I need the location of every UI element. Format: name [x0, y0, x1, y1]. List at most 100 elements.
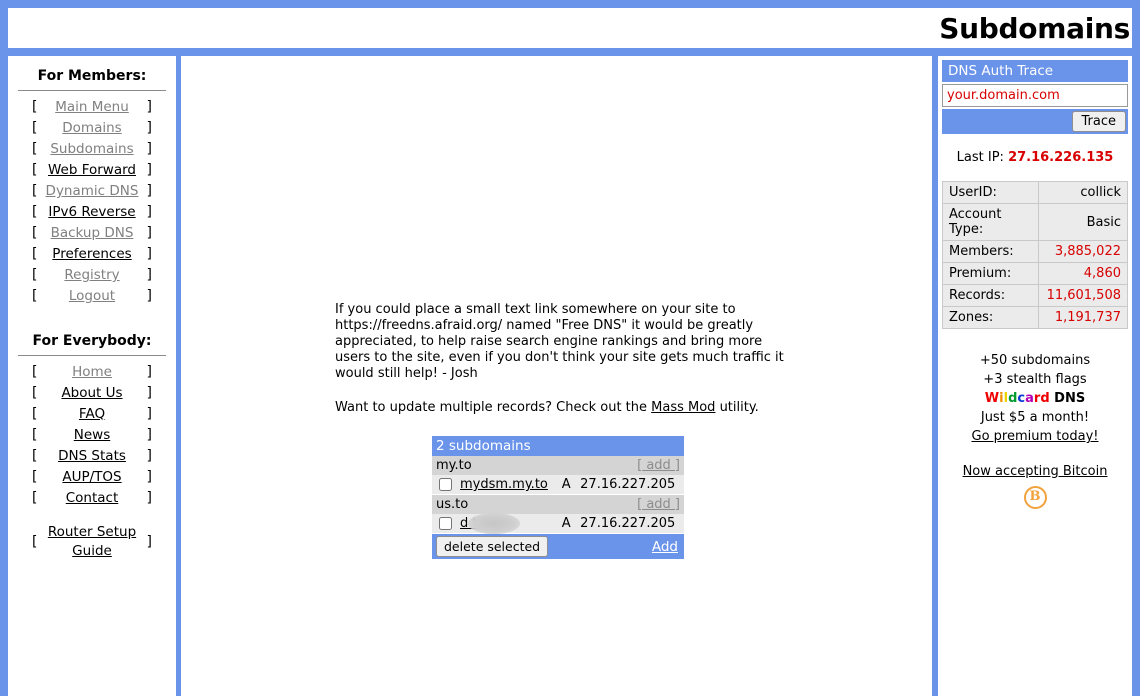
stat-row: Records: 11,601,508: [941, 284, 1128, 307]
menu-link-label[interactable]: Dynamic DNS: [37, 181, 146, 202]
stat-value: 1,191,737: [1038, 306, 1128, 329]
bracket-close: ]: [146, 99, 152, 115]
sidebar-item-router-setup-guide[interactable]: [Router Setup Guide]: [14, 523, 170, 561]
trace-domain-input[interactable]: [942, 84, 1128, 107]
members-heading: For Members:: [37, 68, 147, 84]
record-name-link[interactable]: mydsm.my.to: [460, 477, 548, 492]
stat-value: 4,860: [1038, 262, 1128, 285]
right-sidebar: DNS Auth Trace Trace Last IP: 27.16.226.…: [938, 56, 1132, 696]
menu-link-label[interactable]: DNS Stats: [37, 446, 146, 467]
bracket-close: ]: [146, 183, 152, 199]
sidebar-item-about-us[interactable]: [About Us]: [14, 383, 170, 404]
menu-link-label[interactable]: News: [37, 425, 146, 446]
sidebar-item-faq[interactable]: [FAQ]: [14, 404, 170, 425]
menu-link-label[interactable]: About Us: [37, 383, 146, 404]
stat-value: Basic: [1038, 203, 1128, 241]
wildcard-letter: c: [1017, 391, 1026, 406]
record-type: A: [556, 475, 577, 495]
menu-link-label[interactable]: FAQ: [37, 404, 146, 425]
account-stats-table: UserID: collick Account Type: Basic Members:…: [941, 181, 1128, 329]
accepting-bitcoin-link[interactable]: Now accepting Bitcoin: [963, 464, 1108, 479]
sidebar-item-aup-tos[interactable]: [AUP/TOS]: [14, 467, 170, 488]
sidebar-item-preferences[interactable]: [Preferences]: [14, 244, 170, 265]
add-subdomain-cell[interactable]: [ add ]: [556, 494, 684, 514]
bitcoin-icon: B: [1023, 486, 1047, 509]
stat-label: Members:: [941, 240, 1040, 263]
trace-button[interactable]: Trace: [1071, 111, 1126, 132]
menu-link-label[interactable]: Router Setup Guide: [37, 523, 146, 561]
footer-controls: delete selected Add: [436, 536, 680, 557]
menu-link-label[interactable]: Logout: [37, 286, 146, 307]
bracket-close: ]: [146, 406, 152, 422]
add-subdomain-cell[interactable]: [ add ]: [556, 456, 684, 475]
menu-link-label[interactable]: Subdomains: [37, 139, 146, 160]
sidebar-item-logout[interactable]: [Logout]: [14, 286, 170, 307]
sidebar-item-backup-dns[interactable]: [Backup DNS]: [14, 223, 170, 244]
go-premium-link[interactable]: Go premium today!: [972, 429, 1099, 444]
sidebar-item-domains[interactable]: [Domains]: [14, 118, 170, 139]
stat-label: Records:: [941, 284, 1040, 307]
mass-mod-link[interactable]: Mass Mod: [651, 400, 715, 415]
table-footer-row: delete selected Add: [432, 533, 684, 559]
menu-link-label[interactable]: Contact: [37, 488, 146, 509]
bitcoin-block: Now accepting Bitcoin B: [942, 462, 1128, 509]
menu-link-label[interactable]: Main Menu: [37, 97, 146, 118]
premium-promo: +50 subdomains +3 stealth flags Wildcard…: [942, 351, 1128, 509]
wildcard-letter: W: [984, 391, 1000, 406]
menu-link-label[interactable]: Preferences: [37, 244, 146, 265]
sidebar-item-home[interactable]: [Home]: [14, 362, 170, 383]
add-subdomain-link[interactable]: [ add ]: [637, 458, 680, 473]
mass-mod-paragraph: Want to update multiple records? Check o…: [335, 400, 795, 415]
record-select-cell[interactable]: [432, 475, 458, 495]
sidebar-item-web-forward[interactable]: [Web Forward]: [14, 160, 170, 181]
menu-link-label[interactable]: Home: [37, 362, 146, 383]
record-name-cell[interactable]: d to: [458, 513, 557, 534]
promo-line-subdomains: +50 subdomains: [979, 353, 1091, 368]
mass-mod-prefix: Want to update multiple records? Check o…: [335, 400, 652, 415]
record-type: A: [556, 514, 577, 534]
menu-link-label[interactable]: Domains: [37, 118, 146, 139]
table-footer-cell: delete selected Add: [432, 533, 684, 559]
bracket-close: ]: [146, 162, 152, 178]
mass-mod-suffix: utility.: [715, 400, 759, 415]
sidebar-item-news[interactable]: [News]: [14, 425, 170, 446]
add-record-link[interactable]: Add: [652, 539, 680, 555]
record-checkbox[interactable]: [438, 478, 452, 491]
add-subdomain-link[interactable]: [ add ]: [637, 497, 680, 512]
table-row: d to A27.16.227.205: [432, 513, 684, 534]
menu-link-label[interactable]: IPv6 Reverse: [37, 202, 146, 223]
everybody-menu: [Home][About Us][FAQ][News][DNS Stats][A…: [8, 362, 176, 509]
record-checkbox[interactable]: [438, 517, 452, 530]
bracket-close: ]: [146, 364, 152, 380]
bracket-close: ]: [146, 204, 152, 220]
record-select-cell[interactable]: [432, 514, 458, 534]
sidebar-item-subdomains[interactable]: [Subdomains]: [14, 139, 170, 160]
bracket-close: ]: [146, 120, 152, 136]
sidebar-item-dynamic-dns[interactable]: [Dynamic DNS]: [14, 181, 170, 202]
menu-link-label[interactable]: Registry: [37, 265, 146, 286]
last-ip-value: 27.16.226.135: [1008, 150, 1114, 165]
menu-link-label[interactable]: Web Forward: [37, 160, 146, 181]
members-divider: [18, 90, 166, 91]
sidebar-item-main-menu[interactable]: [Main Menu]: [14, 97, 170, 118]
sidebar-item-registry[interactable]: [Registry]: [14, 265, 170, 286]
menu-link-label[interactable]: AUP/TOS: [37, 467, 146, 488]
bracket-close: ]: [146, 427, 152, 443]
subdomain-count-label: 2 subdomains: [432, 436, 684, 456]
everybody-divider: [18, 355, 166, 356]
sidebar-item-dns-stats[interactable]: [DNS Stats]: [14, 446, 170, 467]
dns-auth-trace-title: DNS Auth Trace: [942, 60, 1128, 82]
trace-button-bar: Trace: [942, 109, 1128, 134]
promo-line-stealth: +3 stealth flags: [983, 372, 1087, 387]
sidebar-item-contact[interactable]: [Contact]: [14, 488, 170, 509]
left-sidebar: For Members: [Main Menu][Domains][Subdom…: [8, 56, 176, 696]
wildcard-letter: a: [1025, 391, 1034, 406]
record-name-cell[interactable]: mydsm.my.to: [458, 475, 557, 495]
bracket-close: ]: [146, 141, 152, 157]
sidebar-item-ipv6-reverse[interactable]: [IPv6 Reverse]: [14, 202, 170, 223]
table-title-row: 2 subdomains: [432, 436, 684, 456]
menu-link-label[interactable]: Backup DNS: [37, 223, 146, 244]
delete-selected-button[interactable]: delete selected: [436, 536, 549, 557]
stat-label: Premium:: [941, 262, 1040, 285]
page-header: Subdomains: [8, 8, 1132, 48]
